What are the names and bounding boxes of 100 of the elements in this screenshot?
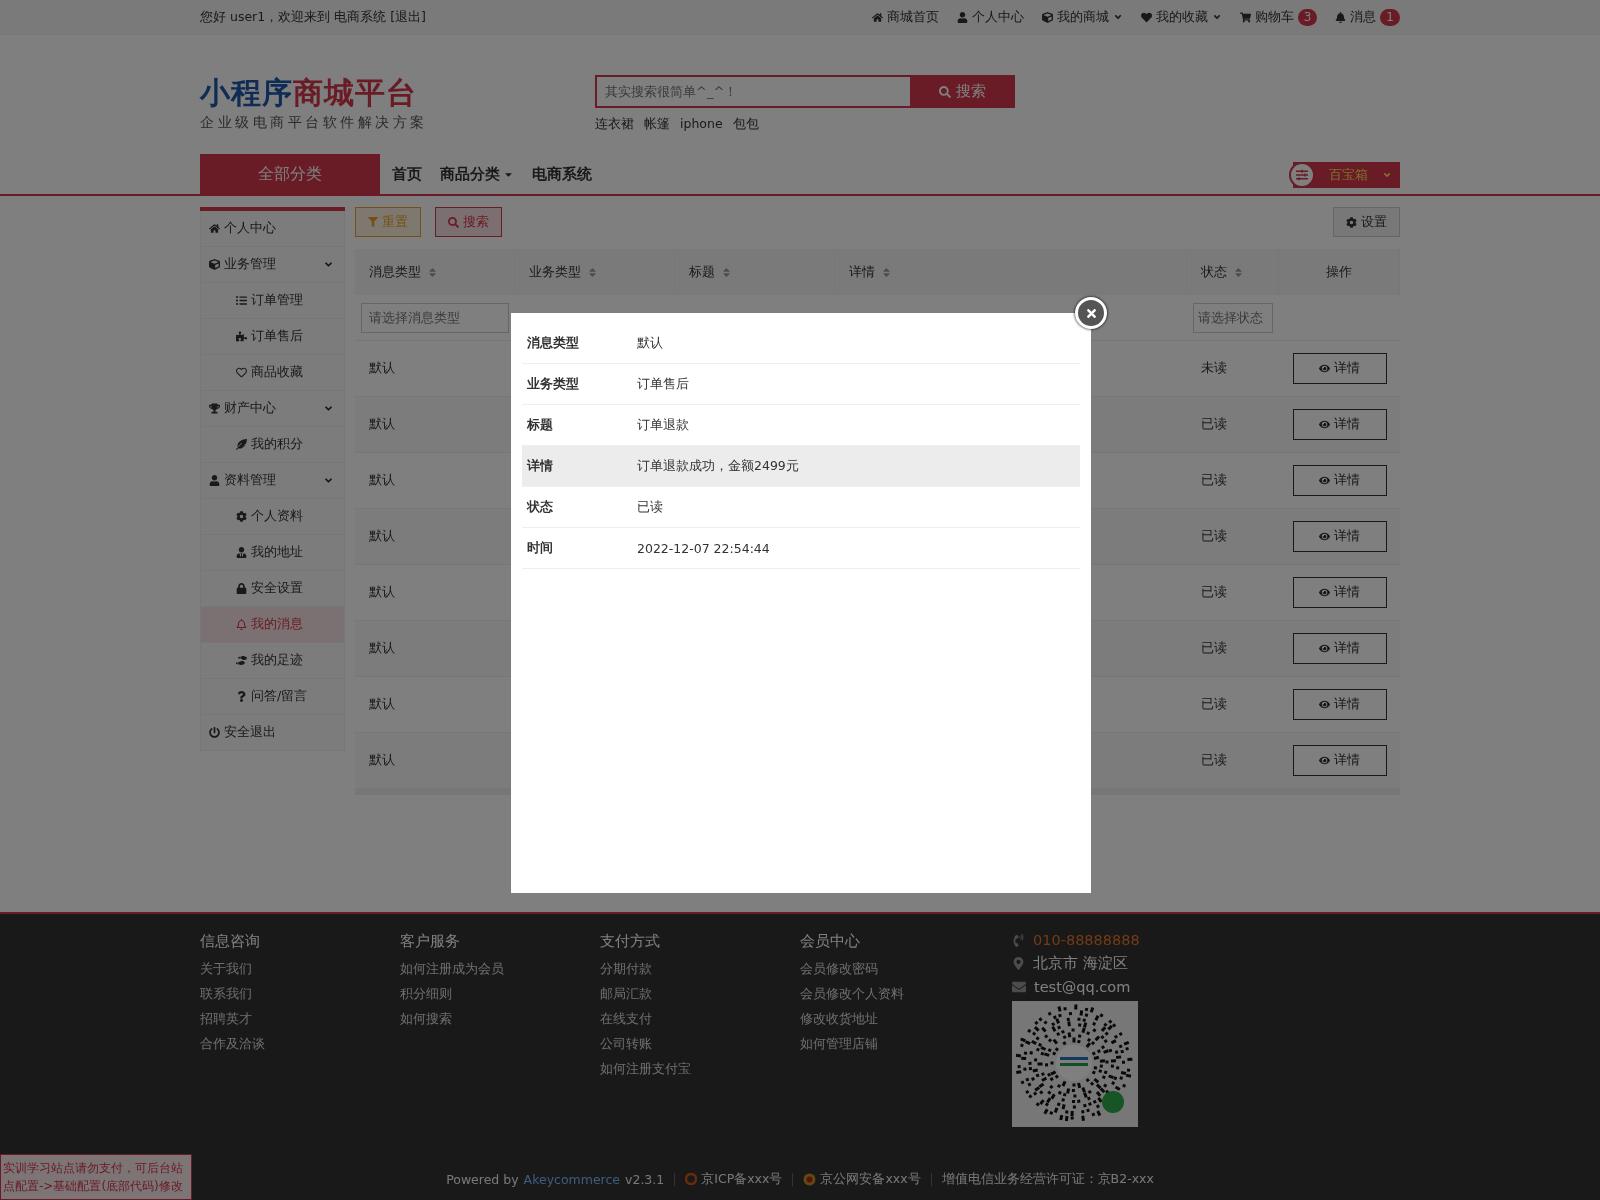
hot-word-link[interactable]: 帐篷: [644, 116, 670, 133]
nav-link[interactable]: 商品分类: [440, 165, 514, 184]
column-header[interactable]: 详情: [849, 263, 875, 281]
footer-link[interactable]: 会员修改密码: [800, 960, 1000, 978]
license-text: 增值电信业务经营许可证：京B2-xxx: [941, 1170, 1154, 1188]
footer-link[interactable]: 如何注册成为会员: [400, 960, 600, 978]
top-link[interactable]: 商城首页: [871, 8, 939, 26]
logout-link[interactable]: [退出]: [390, 8, 426, 26]
footer-link[interactable]: 分期付款: [600, 960, 800, 978]
brand-link[interactable]: Akeycommerce: [523, 1171, 621, 1187]
sidebar-item[interactable]: 订单售后: [200, 319, 345, 355]
sidebar-item[interactable]: 问答/留言: [200, 679, 345, 715]
count-badge: 3: [1297, 8, 1318, 26]
sidebar-item[interactable]: 商品收藏: [200, 355, 345, 391]
sort-icon[interactable]: [1233, 266, 1244, 278]
settings-button[interactable]: 设置: [1333, 207, 1400, 237]
table-cell: 默认: [369, 360, 395, 377]
details-button[interactable]: 详情: [1292, 521, 1387, 552]
sort-icon[interactable]: [881, 266, 892, 278]
hot-word-link[interactable]: 连衣裙: [595, 116, 634, 133]
footer-link[interactable]: 在线支付: [600, 1010, 800, 1028]
notice-text: 实训学习站点请勿支付，可后台站点配置->基础配置(底部代码)修改: [0, 1154, 192, 1200]
details-button[interactable]: 详情: [1292, 689, 1387, 720]
puzzle-icon: [236, 331, 247, 342]
phone-icon: [1012, 933, 1025, 947]
footer-link[interactable]: 邮局汇款: [600, 985, 800, 1003]
footer-link[interactable]: 招聘英才: [200, 1010, 400, 1028]
search-button[interactable]: 搜索: [910, 75, 1015, 108]
sidebar-item[interactable]: 资料管理: [200, 463, 345, 499]
filter-field[interactable]: 请选择状态: [1193, 302, 1273, 333]
nav-link[interactable]: 首页: [392, 165, 422, 184]
sort-icon[interactable]: [427, 266, 438, 278]
sort-icon[interactable]: [721, 266, 732, 278]
sidebar-item[interactable]: 我的消息: [200, 607, 345, 643]
details-button[interactable]: 详情: [1292, 409, 1387, 440]
gear-icon: [236, 511, 247, 522]
footer-link[interactable]: 关于我们: [200, 960, 400, 978]
footer-link[interactable]: 联系我们: [200, 985, 400, 1003]
column-header[interactable]: 标题: [689, 263, 715, 281]
sidebar-item[interactable]: 个人中心: [200, 211, 345, 247]
sidebar-item[interactable]: 订单管理: [200, 283, 345, 319]
footer-link[interactable]: 如何管理店铺: [800, 1035, 1000, 1053]
details-button[interactable]: 详情: [1292, 465, 1387, 496]
phone-number: 010-88888888: [1033, 932, 1140, 948]
sidebar-item[interactable]: 我的足迹: [200, 643, 345, 679]
trophy-icon: [209, 403, 220, 414]
search-button[interactable]: 搜索: [435, 207, 502, 237]
footer-link[interactable]: 如何搜索: [400, 1010, 600, 1028]
table-cell: 默认: [369, 472, 395, 489]
footer-link[interactable]: 会员修改个人资料: [800, 985, 1000, 1003]
top-link[interactable]: 个人中心: [956, 8, 1024, 26]
search-icon: [448, 216, 459, 228]
email-icon: [1012, 980, 1026, 994]
footer-link[interactable]: 合作及洽谈: [200, 1035, 400, 1053]
footer-heading: 会员中心: [800, 932, 861, 951]
count-badge: 1: [1380, 8, 1400, 26]
eye-icon: [1319, 587, 1330, 598]
sort-icon[interactable]: [587, 266, 598, 278]
sliders-icon: [1289, 161, 1315, 188]
settings-icon: [1346, 216, 1357, 228]
top-link[interactable]: 购物车 3: [1239, 8, 1318, 26]
table-cell: 已读: [1201, 472, 1227, 489]
sidebar-item[interactable]: 财产中心: [200, 391, 345, 427]
footer-link[interactable]: 修改收货地址: [800, 1010, 1000, 1028]
filter-icon: [368, 217, 378, 227]
field-label: 时间: [526, 539, 554, 557]
search-field[interactable]: 其实搜索很简单^_^！: [595, 75, 910, 108]
footer-link[interactable]: 公司转账: [600, 1035, 800, 1053]
all-categories-tab[interactable]: 全部分类: [200, 154, 380, 195]
details-button[interactable]: 详情: [1292, 633, 1387, 664]
table-cell: 未读: [1201, 360, 1227, 377]
table-cell: 默认: [369, 640, 395, 657]
footer-link[interactable]: 积分细则: [400, 985, 600, 1003]
column-header[interactable]: 业务类型: [529, 263, 581, 281]
details-button[interactable]: 详情: [1292, 353, 1387, 384]
sidebar-item[interactable]: 业务管理: [200, 247, 345, 283]
sidebar-item[interactable]: 我的地址: [200, 535, 345, 571]
nav-link[interactable]: 电商系统: [532, 165, 592, 184]
column-header[interactable]: 操作: [1326, 263, 1352, 281]
field-label: 详情: [525, 457, 554, 475]
hot-word-link[interactable]: 包包: [732, 116, 759, 133]
badge-icon: [803, 1172, 817, 1186]
eye-icon: [1319, 363, 1330, 374]
sidebar-item[interactable]: 个人资料: [200, 499, 345, 535]
eye-icon: [1319, 755, 1330, 766]
sidebar-item[interactable]: 安全退出: [200, 715, 345, 751]
details-button[interactable]: 详情: [1292, 577, 1387, 608]
column-header[interactable]: 状态: [1201, 263, 1227, 281]
details-button[interactable]: 详情: [1292, 745, 1387, 776]
footer-link[interactable]: 如何注册支付宝: [600, 1060, 800, 1078]
sidebar-item[interactable]: 我的积分: [200, 427, 345, 463]
column-header[interactable]: 消息类型: [369, 263, 421, 281]
greeting-text: 您好 user1，欢迎来到 电商系统: [200, 8, 387, 26]
filter-field[interactable]: 请选择消息类型: [361, 302, 509, 333]
top-link[interactable]: 我的收藏: [1140, 8, 1222, 26]
search-icon: [939, 85, 951, 98]
top-link[interactable]: 我的商城: [1041, 8, 1123, 26]
hot-word-link[interactable]: iphone: [680, 116, 723, 133]
sidebar-item[interactable]: 安全设置: [200, 571, 345, 607]
top-link[interactable]: 消息 1: [1335, 8, 1400, 26]
